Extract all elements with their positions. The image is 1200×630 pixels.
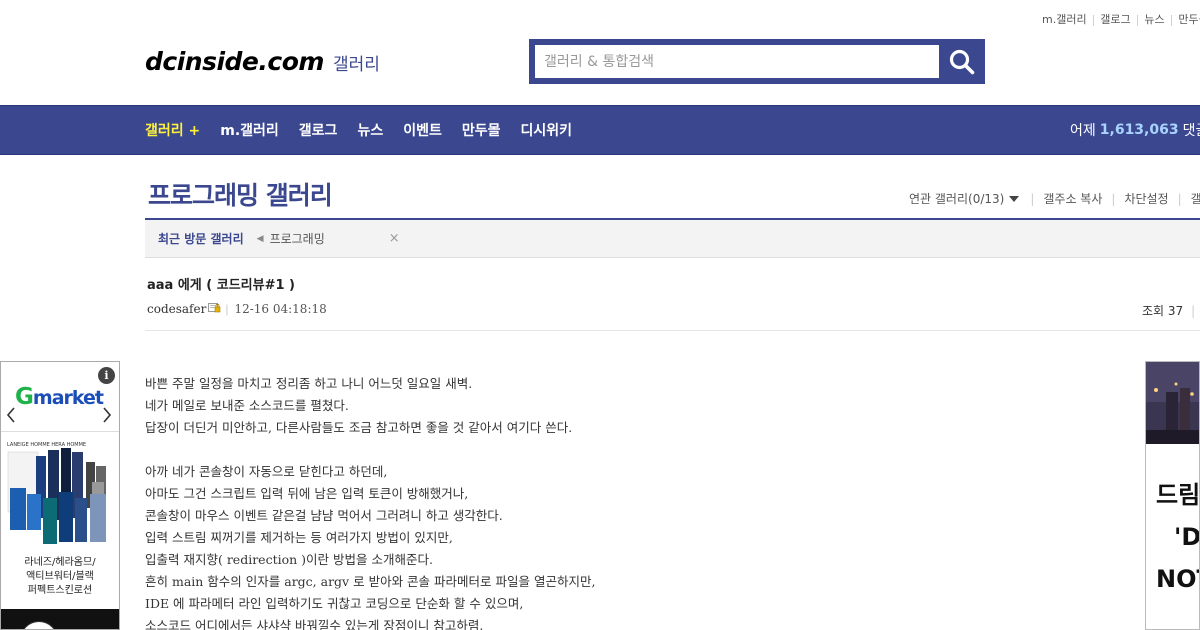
post-date: 12-16 04:18:18: [234, 301, 327, 316]
option-separator: |: [1177, 191, 1182, 206]
main-nav-bar: 갤러리 + m.갤러리 갤로그 뉴스 이벤트 만두몰 디시위키 어제 1,613…: [0, 105, 1200, 155]
post-body-line: 아마도 그건 스크립트 입력 뒤에 남은 입력 토큰이 방해했거나,: [145, 486, 469, 501]
post-body-line: IDE 에 파라메터 라인 입력하기도 귀찮고 코딩으로 단순화 할 수 있으며…: [145, 596, 524, 611]
ad-bottom-bar: [1, 609, 119, 629]
copy-gallery-url-button[interactable]: 갤주소 복사: [1043, 190, 1102, 207]
top-link-m-gallery[interactable]: m.갤러리: [1042, 13, 1087, 26]
nav-item-gallog[interactable]: 갤로그: [299, 120, 338, 140]
ad-text: 드림 'D NOT: [1156, 481, 1200, 593]
post-body-line: 아까 네가 콘솔창이 자동으로 닫힌다고 하던데,: [145, 464, 388, 479]
post-body-line: [145, 439, 1125, 461]
chevron-left-icon[interactable]: [6, 406, 16, 429]
post-author[interactable]: codesafer: [147, 302, 206, 316]
post-body-line: 입력 스트림 찌꺼기를 제거하는 등 여러가지 방법이 있지만,: [145, 530, 453, 545]
nav-item-event[interactable]: 이벤트: [403, 120, 442, 140]
post-title: aaa 에게 ( 코드리뷰#1 ): [147, 278, 296, 293]
post-meta: codesafer | 12-16 04:18:18: [147, 301, 327, 316]
post-body: 바쁜 주말 일정을 마치고 정리좀 하고 나니 어느덧 일요일 새벽. 네가 메…: [145, 373, 1125, 630]
nav-item-m-gallery[interactable]: m.갤러리: [220, 120, 279, 140]
top-link-news[interactable]: 뉴스: [1144, 13, 1164, 26]
meta-separator: |: [1191, 304, 1196, 318]
block-settings-button[interactable]: 차단설정: [1124, 190, 1168, 207]
related-gallery-dropdown[interactable]: 연관 갤러리(0/13): [909, 190, 1004, 207]
post-body-line: 입출력 재지향( redirection )이란 방법을 소개해준다.: [145, 552, 433, 567]
gallery-info-button[interactable]: 갤러리: [1191, 190, 1200, 207]
nav-item-dcwiki[interactable]: 디시위키: [520, 120, 572, 140]
ad-photo: [1146, 362, 1199, 444]
post-views: 조회 37 |: [1142, 302, 1195, 319]
top-link-separator: |: [1135, 13, 1140, 26]
triangle-left-icon[interactable]: ◀: [257, 234, 264, 244]
main-nav-items: 갤러리 + m.갤러리 갤로그 뉴스 이벤트 만두몰 디시위키: [145, 106, 592, 154]
option-separator: |: [1030, 191, 1035, 206]
nav-stats: 어제 1,613,063 댓글: [1070, 106, 1200, 154]
left-ad-banner[interactable]: i Gmarket LANEIGE HOMME HERA HOMME 라네즈/헤…: [0, 361, 120, 630]
post-header-divider: [145, 330, 1200, 331]
recent-visit-bar: 최근 방문 갤러리 ◀ 프로그래밍 ×: [145, 220, 1200, 258]
post-views-label: 조회 37: [1142, 304, 1184, 318]
post-body-line: 콘솔창이 마우스 이벤트 같은걸 냠냠 먹어서 그러려니 하고 생각한다.: [145, 508, 503, 523]
top-link-gallog[interactable]: 갤로그: [1100, 13, 1130, 26]
post-body-line: 네가 메일로 보내준 소스코드를 펼쳤다.: [145, 398, 349, 413]
gallery-title[interactable]: 프로그래밍 갤러리: [148, 176, 333, 212]
search-button[interactable]: [939, 39, 985, 84]
logo-sub: 갤러리: [332, 55, 380, 75]
gallery-options: 연관 갤러리(0/13) | 갤주소 복사 | 차단설정 | 갤러리: [909, 190, 1200, 207]
right-ad-banner[interactable]: 드림 'D NOT: [1145, 361, 1200, 630]
search-input[interactable]: [535, 45, 939, 78]
stats-suffix: 댓글: [1182, 123, 1200, 139]
nav-item-news[interactable]: 뉴스: [357, 120, 383, 140]
product-description: 라네즈/헤라옴므/ 액티브워터/블랙 퍼펙트스킨로션: [24, 557, 96, 596]
recent-visit-label: 최근 방문 갤러리: [158, 232, 244, 246]
top-link-separator: |: [1091, 13, 1096, 26]
search-icon: [949, 49, 975, 74]
recent-visit-item[interactable]: 프로그래밍: [270, 230, 325, 247]
caret-down-icon: [1009, 195, 1020, 202]
stats-label: 어제: [1070, 123, 1096, 139]
post-body-line: 소스코드 어디에서든 샤샤샥 바꿔낄수 있는게 장점이니 참고하렴.: [145, 618, 484, 630]
site-logo[interactable]: dcinside.com 갤러리: [145, 47, 380, 76]
logo-brand: dcinside.com: [145, 47, 324, 76]
nav-item-mandu-mall[interactable]: 만두몰: [462, 120, 501, 140]
related-gallery-label: 연관 갤러리(0/13): [909, 192, 1005, 206]
post-body-line: 흔히 main 함수의 인자를 argc, argv 로 받아와 콘솔 파라메터…: [145, 574, 596, 589]
fixed-nick-icon: [208, 301, 221, 316]
option-separator: |: [1111, 191, 1116, 206]
product-image: LANEIGE HOMME HERA HOMME: [6, 438, 114, 548]
info-icon[interactable]: i: [98, 367, 115, 384]
top-utility-links: m.갤러리 | 갤로그 | 뉴스 | 만두몰: [1042, 11, 1200, 27]
top-link-separator: |: [1169, 13, 1174, 26]
stats-value: 1,613,063: [1099, 122, 1179, 138]
post-body-line: 답장이 더딘거 미안하고, 다른사람들도 조금 참고하면 좋을 것 같아서 여기…: [145, 420, 573, 435]
top-link-mandu-mall[interactable]: 만두몰: [1178, 13, 1200, 26]
post-body-line: 바쁜 주말 일정을 마치고 정리좀 하고 나니 어느덧 일요일 새벽.: [145, 376, 473, 391]
chevron-right-icon[interactable]: [102, 406, 112, 429]
ad-divider: [1, 431, 119, 432]
gmarket-logo: Gmarket: [15, 384, 104, 410]
search-box: [529, 39, 985, 84]
close-icon[interactable]: ×: [389, 231, 400, 246]
svg-text:LANEIGE HOMME HERA HOMME: LANEIGE HOMME HERA HOMME: [7, 442, 86, 448]
meta-separator: |: [225, 301, 229, 316]
nav-item-gallery[interactable]: 갤러리 +: [145, 120, 200, 140]
